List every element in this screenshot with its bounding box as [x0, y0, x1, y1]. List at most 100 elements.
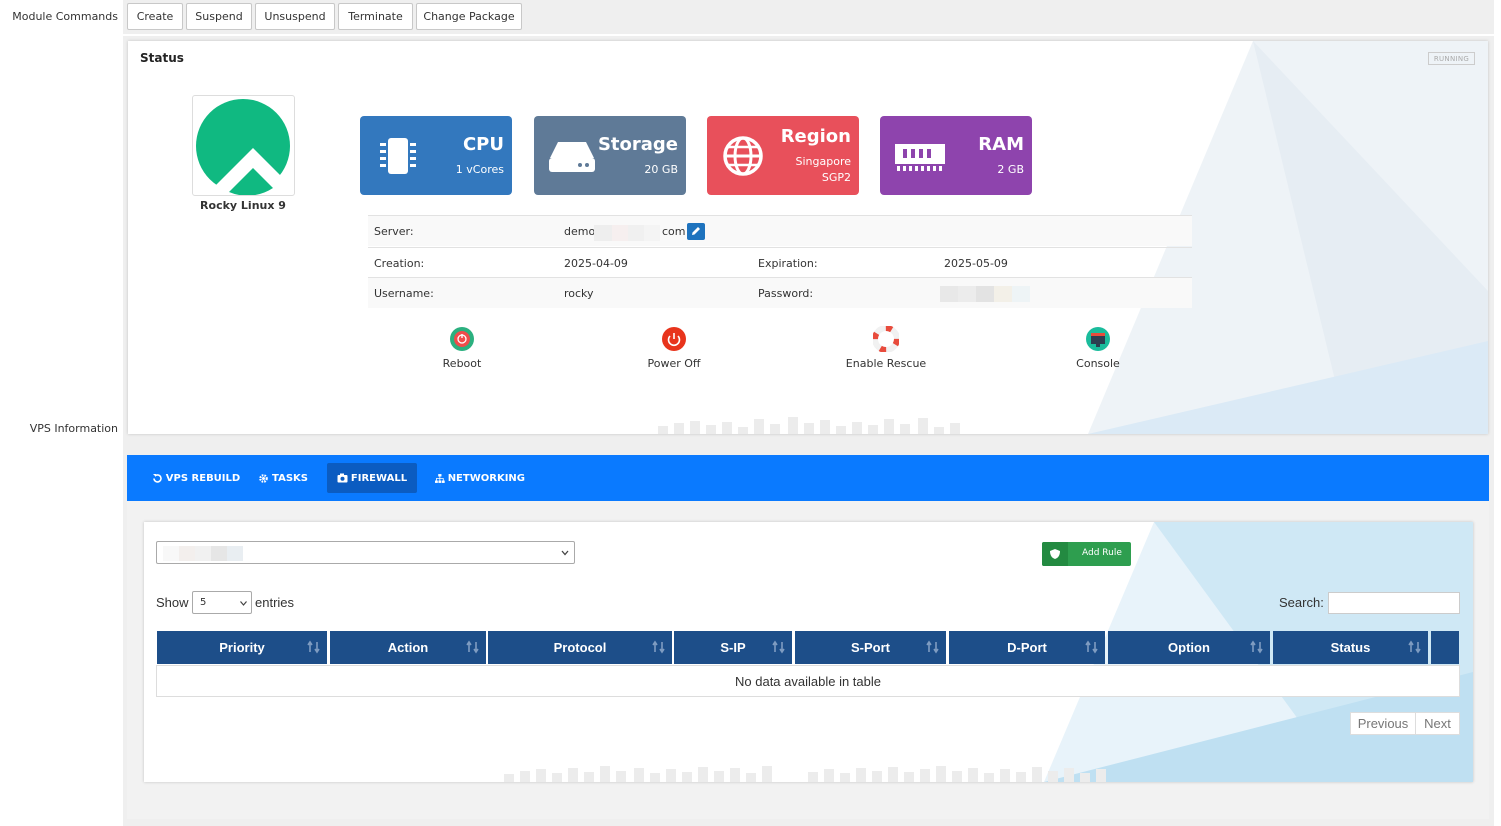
- storage-tile: Storage 20 GB: [534, 116, 686, 195]
- column-protocol[interactable]: Protocol: [488, 631, 672, 664]
- info-row-credentials: Username: rocky Password:: [368, 277, 1192, 308]
- redacted-password: [940, 286, 1030, 302]
- reboot-action[interactable]: Reboot: [407, 326, 517, 370]
- shield-icon: [1050, 549, 1060, 559]
- gear-icon: [259, 473, 268, 483]
- redacted-ip: [163, 546, 243, 561]
- reboot-icon: [450, 327, 474, 351]
- hard-drive-icon: [549, 142, 595, 172]
- chevron-down-icon: [240, 601, 247, 606]
- server-prefix: demo: [564, 225, 596, 238]
- status-card: Status RUNNING Rocky Linux 9 CPU 1 vCore…: [128, 41, 1488, 434]
- os-name: Rocky Linux 9: [200, 199, 286, 212]
- edit-hostname-button[interactable]: [687, 223, 705, 240]
- column-s-ip[interactable]: S-IP: [674, 631, 792, 664]
- column-priority[interactable]: Priority: [157, 631, 327, 664]
- empty-table-message: No data available in table: [156, 665, 1460, 697]
- column-status-label: Status: [1330, 640, 1371, 655]
- unsuspend-button[interactable]: Unsuspend: [255, 3, 335, 30]
- region-title: Region: [780, 126, 851, 147]
- pencil-icon: [692, 227, 700, 235]
- storage-title: Storage: [597, 134, 678, 155]
- expiration-label: Expiration:: [758, 257, 818, 270]
- lifebuoy-icon: [873, 326, 899, 352]
- region-value: Singapore: [795, 155, 852, 168]
- tab-tasks[interactable]: TASKS: [257, 463, 309, 493]
- tab-firewall-label: FIREWALL: [350, 472, 408, 484]
- sort-icon: [307, 640, 320, 654]
- info-row-dates: Creation: 2025-04-09 Expiration: 2025-05…: [368, 247, 1192, 278]
- enable-rescue-label: Enable Rescue: [845, 357, 927, 370]
- globe-icon: [723, 136, 763, 176]
- add-rule-label: Add Rule: [1082, 548, 1122, 558]
- cpu-value: 1 vCores: [455, 163, 504, 176]
- create-button[interactable]: Create: [127, 3, 183, 30]
- show-label: Show: [156, 595, 189, 610]
- ram-tile: RAM 2 GB: [880, 116, 1032, 195]
- sort-icon: [772, 640, 785, 654]
- enable-rescue-action[interactable]: Enable Rescue: [831, 326, 941, 370]
- column-s-port[interactable]: S-Port: [795, 631, 946, 664]
- column-option-label: Option: [1168, 640, 1210, 655]
- power-off-icon: [662, 327, 686, 351]
- reboot-label: Reboot: [442, 357, 482, 370]
- column-actions-empty: [1431, 631, 1459, 664]
- vps-information-label: VPS Information: [29, 422, 118, 435]
- rotate-icon: [152, 473, 162, 483]
- column-option[interactable]: Option: [1108, 631, 1270, 664]
- search-input[interactable]: [1328, 592, 1460, 614]
- column-s-ip-label: S-IP: [720, 640, 746, 655]
- console-label: Console: [1076, 357, 1120, 370]
- power-off-label: Power Off: [647, 357, 701, 370]
- next-page-button[interactable]: Next: [1415, 712, 1460, 735]
- vps-tab-bar: VPS REBUILD TASKS FIREWALL NETWORKING: [127, 455, 1489, 501]
- rocky-linux-logo-icon: [196, 99, 290, 199]
- tab-firewall[interactable]: FIREWALL: [327, 463, 417, 493]
- tab-networking[interactable]: NETWORKING: [435, 463, 525, 493]
- column-action-label: Action: [387, 640, 429, 655]
- tab-tasks-label: TASKS: [272, 472, 308, 484]
- username-label: Username:: [374, 287, 434, 300]
- tab-vps-rebuild[interactable]: VPS REBUILD: [143, 463, 249, 493]
- server-label: Server:: [374, 225, 414, 238]
- os-logo: [192, 95, 295, 199]
- creation-value: 2025-04-09: [564, 257, 628, 270]
- sitemap-icon: [435, 473, 445, 483]
- status-badge: RUNNING: [1428, 52, 1475, 65]
- entries-label: entries: [255, 595, 295, 610]
- sort-icon: [1085, 640, 1098, 654]
- cpu-title: CPU: [462, 134, 504, 155]
- firewall-ip-select[interactable]: [156, 541, 575, 564]
- column-protocol-label: Protocol: [553, 640, 607, 655]
- entries-length-select[interactable]: 5: [192, 591, 252, 614]
- ram-value: 2 GB: [997, 163, 1024, 176]
- sort-icon: [926, 640, 939, 654]
- add-rule-button[interactable]: Add Rule: [1042, 542, 1131, 566]
- region-code: SGP2: [821, 171, 851, 184]
- sort-icon: [466, 640, 479, 654]
- column-status[interactable]: Status: [1273, 631, 1428, 664]
- cpu-tile: CPU 1 vCores: [360, 116, 512, 195]
- power-off-action[interactable]: Power Off: [619, 326, 729, 370]
- tab-networking-label: NETWORKING: [447, 472, 525, 484]
- entries-count: 5: [200, 597, 207, 608]
- username-value: rocky: [564, 287, 594, 300]
- region-tile: Region Singapore SGP2: [707, 116, 859, 195]
- chevron-down-icon: [561, 550, 569, 556]
- column-action[interactable]: Action: [330, 631, 486, 664]
- previous-page-button[interactable]: Previous: [1350, 712, 1416, 735]
- info-row-server: Server: demo com: [368, 215, 1192, 246]
- sort-icon: [652, 640, 665, 654]
- server-suffix: com: [662, 225, 686, 238]
- suspend-button[interactable]: Suspend: [186, 3, 252, 30]
- console-icon: [1086, 327, 1110, 351]
- change-package-button[interactable]: Change Package: [416, 3, 522, 30]
- column-priority-label: Priority: [219, 640, 265, 655]
- column-d-port-label: D-Port: [1007, 640, 1047, 655]
- storage-value: 20 GB: [644, 163, 678, 176]
- column-s-port-label: S-Port: [851, 640, 890, 655]
- camera-icon: [337, 473, 348, 483]
- terminate-button[interactable]: Terminate: [338, 3, 413, 30]
- console-action[interactable]: Console: [1043, 326, 1153, 370]
- column-d-port[interactable]: D-Port: [949, 631, 1105, 664]
